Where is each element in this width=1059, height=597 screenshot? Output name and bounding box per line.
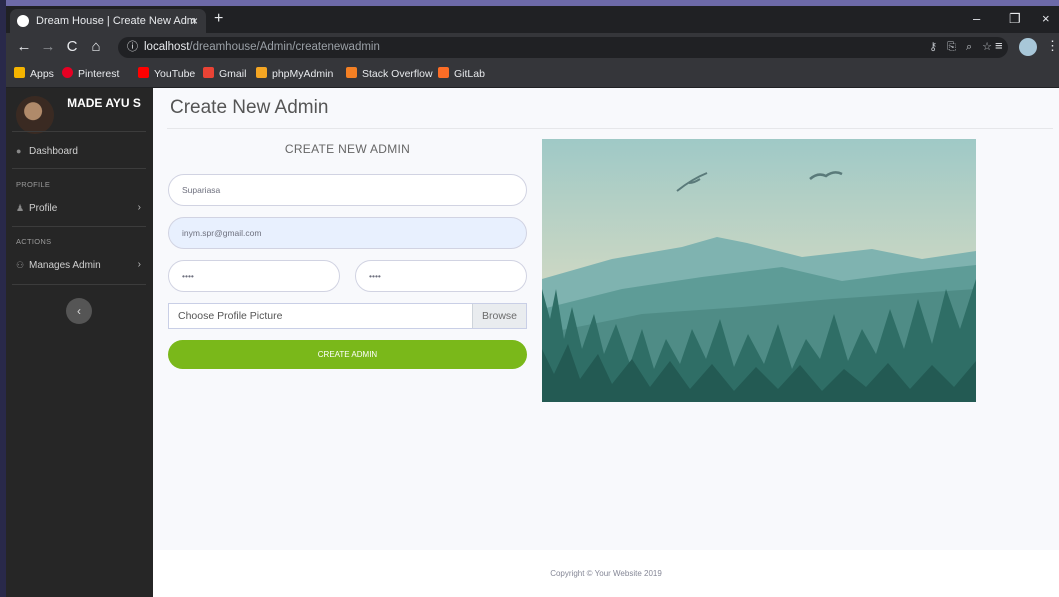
tab-close-icon[interactable]: ×	[191, 9, 198, 33]
file-placeholder: Choose Profile Picture	[178, 310, 283, 322]
restore-button[interactable]: ❐	[1009, 8, 1021, 30]
youtube-icon	[138, 67, 149, 78]
sidebar-divider	[12, 131, 146, 132]
chevron-right-icon: ›	[137, 202, 141, 213]
bookmark-stackoverflow[interactable]: Stack Overflow	[346, 62, 433, 87]
stackoverflow-icon	[346, 67, 357, 78]
minimize-button[interactable]: –	[973, 8, 980, 30]
menu-kebab-icon[interactable]: ⋮	[1046, 38, 1059, 54]
sidebar-item-label: Profile	[29, 203, 58, 214]
bookmarks-bar: Apps Pinterest YouTube Gmail phpMyAdmin …	[6, 62, 1059, 88]
close-window-button[interactable]: ×	[1042, 8, 1050, 30]
pinterest-icon	[62, 67, 73, 78]
sidebar-divider	[12, 168, 146, 169]
favicon-icon	[17, 15, 29, 27]
reload-icon[interactable]: C	[62, 37, 82, 57]
bookmark-apps[interactable]: Apps	[14, 62, 54, 87]
user-name: MADE AYU S	[67, 96, 141, 110]
palette-icon: ●	[16, 146, 22, 156]
phpmyadmin-icon	[256, 67, 267, 78]
bookmark-pinterest[interactable]: Pinterest	[62, 62, 119, 87]
browse-button[interactable]: Browse	[472, 304, 526, 328]
bookmark-gitlab[interactable]: GitLab	[438, 62, 485, 87]
bookmark-gmail[interactable]: Gmail	[203, 62, 246, 87]
sidebar-item-profile[interactable]: ♟ Profile ›	[6, 198, 153, 218]
chevron-right-icon: ›	[137, 259, 141, 270]
mountain-forest-image	[542, 139, 976, 402]
repeat-password-field[interactable]: ••••	[355, 260, 527, 292]
profile-avatar-icon[interactable]	[1019, 38, 1037, 56]
gitlab-icon	[438, 67, 449, 78]
sidebar-divider	[12, 226, 146, 227]
copyright-text: Copyright © Your Website 2019	[550, 569, 662, 578]
sidebar-item-label: Dashboard	[29, 146, 78, 157]
sidebar-item-dashboard[interactable]: ● Dashboard	[6, 141, 153, 161]
user-icon: ♟	[16, 203, 25, 213]
browser-toolbar: ← → C ⌂ ⓘ localhost/dreamhouse/Admin/cre…	[6, 33, 1059, 62]
password-field[interactable]: ••••	[168, 260, 340, 292]
profile-picture-file-input[interactable]: Choose Profile Picture Browse	[168, 303, 527, 329]
apps-grid-icon	[14, 67, 25, 78]
new-tab-button[interactable]: +	[214, 7, 223, 31]
address-bar[interactable]: ⓘ localhost/dreamhouse/Admin/createnewad…	[118, 37, 1008, 58]
footer: Copyright © Your Website 2019	[153, 550, 1059, 597]
url-path: /dreamhouse/Admin/createnewadmin	[189, 41, 380, 53]
media-control-icon[interactable]: ≡	[995, 38, 1003, 53]
sidebar-heading-actions: ACTIONS	[16, 237, 52, 246]
home-icon[interactable]: ⌂	[86, 37, 106, 57]
browser-tab[interactable]: Dream House | Create New Adm ×	[10, 9, 206, 33]
forward-arrow-icon[interactable]: →	[38, 37, 58, 57]
url-host: localhost	[144, 41, 190, 53]
sidebar-heading-profile: PROFILE	[16, 180, 51, 189]
tab-title: Dream House | Create New Adm	[36, 15, 196, 27]
main-content: Create New Admin CREATE NEW ADMIN Supari…	[153, 88, 1059, 597]
email-field[interactable]: inym.spr@gmail.com	[168, 217, 527, 249]
sidebar-item-manages-admin[interactable]: ⚇ Manages Admin ›	[6, 255, 153, 275]
omnibox-icons[interactable]: ⚷⎘⌕☆	[929, 37, 1002, 58]
users-icon: ⚇	[16, 260, 25, 270]
bookmark-phpmyadmin[interactable]: phpMyAdmin	[256, 62, 333, 87]
create-admin-button[interactable]: CREATE ADMIN	[168, 340, 527, 369]
back-arrow-icon[interactable]: ←	[14, 37, 34, 57]
name-field[interactable]: Supariasa	[168, 174, 527, 206]
sidebar-divider	[12, 284, 146, 285]
info-icon: ⓘ	[127, 41, 138, 53]
sidebar-toggle-button[interactable]: ‹	[66, 298, 92, 324]
sidebar-item-label: Manages Admin	[29, 260, 101, 271]
form-title: CREATE NEW ADMIN	[284, 142, 411, 156]
sidebar: MADE AYU S ● Dashboard PROFILE ♟ Profile ›…	[6, 88, 153, 597]
avatar	[16, 96, 54, 134]
title-divider	[167, 128, 1053, 129]
page-title: Create New Admin	[170, 97, 329, 118]
gmail-icon	[203, 67, 214, 78]
browser-tab-bar: Dream House | Create New Adm × + – ❐ ×	[6, 6, 1059, 33]
bookmark-youtube[interactable]: YouTube	[138, 62, 195, 87]
